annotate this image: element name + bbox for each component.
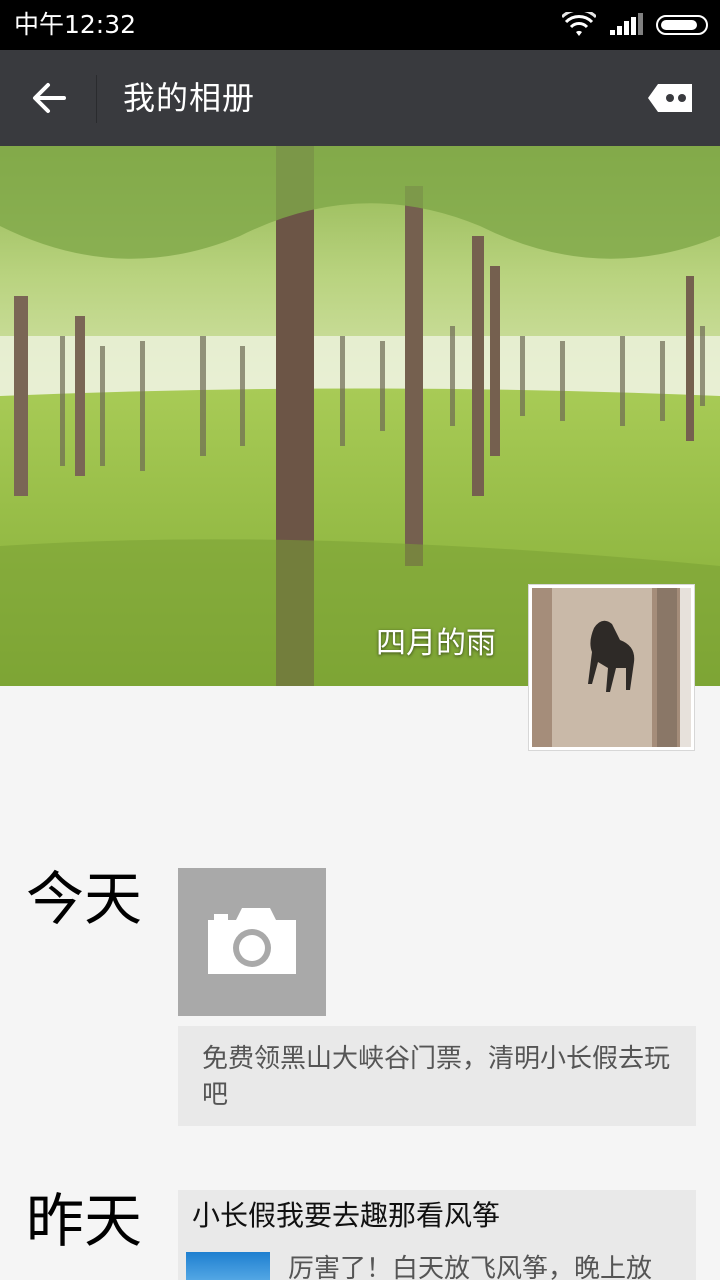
battery-icon xyxy=(656,15,708,35)
status-time: 中午12:32 xyxy=(14,10,137,39)
title-divider xyxy=(96,75,97,123)
shared-card-title: 小长假我要去趣那看风筝 xyxy=(192,1199,501,1232)
status-bar: 中午12:32 xyxy=(0,0,720,50)
wifi-icon xyxy=(560,8,598,38)
day-label-today: 今天 xyxy=(26,865,143,933)
status-icons xyxy=(560,8,708,40)
avatar[interactable] xyxy=(528,584,695,751)
shared-card-thumbnail xyxy=(186,1252,270,1280)
title-bar: 我的相册 xyxy=(0,50,720,146)
today-post-text-content: 免费领黑山大峡谷门票，清明小长假去玩吧 xyxy=(202,1044,671,1110)
day-label-yesterday: 昨天 xyxy=(26,1187,143,1255)
message-button[interactable] xyxy=(644,76,700,120)
back-button[interactable] xyxy=(20,68,80,128)
page-title: 我的相册 xyxy=(123,79,256,117)
message-icon xyxy=(648,84,692,112)
profile-nickname: 四月的雨 xyxy=(376,626,496,661)
signal-icon xyxy=(610,13,643,37)
camera-icon xyxy=(208,908,296,974)
add-photo-button[interactable] xyxy=(178,868,326,1016)
today-post-text[interactable]: 免费领黑山大峡谷门票，清明小长假去玩吧 xyxy=(178,1026,696,1126)
yesterday-shared-card[interactable]: 小长假我要去趣那看风筝 厉害了！白天放飞风筝，晚上放 xyxy=(178,1190,696,1280)
arrow-left-icon xyxy=(33,83,66,113)
shared-card-description: 厉害了！白天放飞风筝，晚上放 xyxy=(288,1254,653,1280)
